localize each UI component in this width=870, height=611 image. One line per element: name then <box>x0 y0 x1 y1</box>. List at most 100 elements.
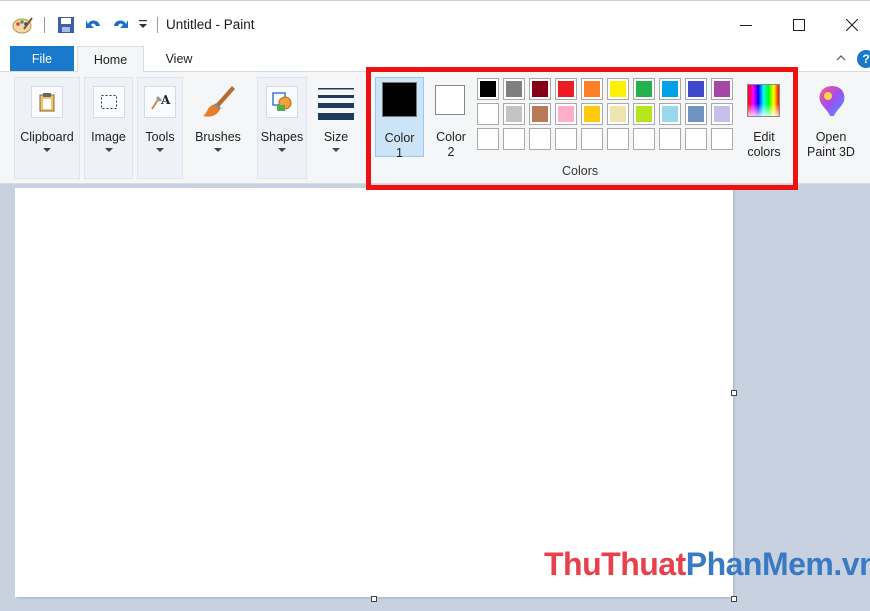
image-label: Image <box>91 130 126 144</box>
swatch-fill <box>688 106 704 122</box>
palette-empty-swatch[interactable] <box>633 128 655 150</box>
color-2-swatch <box>435 85 465 115</box>
palette-color-swatch[interactable] <box>607 103 629 125</box>
palette-color-swatch[interactable] <box>477 78 499 100</box>
edit-colors-button[interactable]: Edit colors <box>741 77 787 159</box>
chevron-down-icon <box>43 148 51 152</box>
palette-color-swatch[interactable] <box>633 103 655 125</box>
resize-handle-corner[interactable] <box>731 596 737 602</box>
clipboard-button[interactable]: Clipboard <box>14 77 80 179</box>
palette-empty-swatch[interactable] <box>711 128 733 150</box>
palette-color-swatch[interactable] <box>503 103 525 125</box>
shapes-label: Shapes <box>260 130 304 144</box>
swatch-fill <box>480 106 496 122</box>
customize-quick-access-icon[interactable] <box>138 18 148 30</box>
open-paint-3d-label: Open Paint 3D <box>807 130 855 159</box>
minimize-button[interactable] <box>726 11 766 39</box>
palette-empty-swatch[interactable] <box>685 128 707 150</box>
ribbon-tabs: File Home View ? <box>0 46 870 72</box>
chevron-down-icon <box>332 148 340 152</box>
swatch-fill <box>480 81 496 97</box>
swatch-fill <box>662 131 678 147</box>
swatch-fill <box>636 106 652 122</box>
swatch-fill <box>610 106 626 122</box>
palette-color-swatch[interactable] <box>477 103 499 125</box>
save-icon[interactable] <box>57 16 75 34</box>
swatch-fill <box>714 81 730 97</box>
palette-color-swatch[interactable] <box>685 78 707 100</box>
palette-color-swatch[interactable] <box>711 78 733 100</box>
help-icon[interactable]: ? <box>857 50 870 68</box>
palette-empty-swatch[interactable] <box>555 128 577 150</box>
palette-color-swatch[interactable] <box>529 103 551 125</box>
paint-3d-icon <box>816 84 848 118</box>
brushes-label: Brushes <box>195 130 241 144</box>
chevron-down-icon <box>278 148 286 152</box>
palette-empty-swatch[interactable] <box>581 128 603 150</box>
paint-app-icon[interactable] <box>12 16 34 34</box>
palette-color-swatch[interactable] <box>659 78 681 100</box>
minimize-icon <box>740 25 752 26</box>
swatch-fill <box>714 106 730 122</box>
close-button[interactable] <box>832 11 870 39</box>
title-bar: Untitled - Paint <box>0 0 870 46</box>
palette-color-swatch[interactable] <box>503 78 525 100</box>
collapse-ribbon-icon[interactable] <box>834 51 848 65</box>
close-icon <box>846 19 858 31</box>
swatch-fill <box>480 131 496 147</box>
palette-color-swatch[interactable] <box>581 78 603 100</box>
window-title: Untitled - Paint <box>166 17 255 32</box>
swatch-fill <box>610 81 626 97</box>
undo-icon[interactable] <box>84 16 104 34</box>
tab-view[interactable]: View <box>148 46 210 71</box>
resize-handle-bottom[interactable] <box>371 596 377 602</box>
palette-empty-swatch[interactable] <box>659 128 681 150</box>
swatch-fill <box>714 131 730 147</box>
resize-handle-right[interactable] <box>731 390 737 396</box>
color-2-label: Color 2 <box>436 130 466 159</box>
maximize-button[interactable] <box>779 11 819 39</box>
open-paint-3d-button[interactable]: Open Paint 3D <box>802 77 860 172</box>
palette-color-swatch[interactable] <box>607 78 629 100</box>
size-button[interactable]: Size <box>313 77 359 179</box>
redo-icon[interactable] <box>110 16 130 34</box>
palette-empty-swatch[interactable] <box>477 128 499 150</box>
chevron-down-icon <box>156 148 164 152</box>
palette-color-swatch[interactable] <box>659 103 681 125</box>
quick-access-separator <box>44 17 45 33</box>
swatch-fill <box>636 131 652 147</box>
palette-color-swatch[interactable] <box>581 103 603 125</box>
color-1-button[interactable]: Color 1 <box>375 77 424 160</box>
size-label: Size <box>323 130 349 144</box>
color-1-swatch <box>382 82 417 117</box>
title-separator <box>157 17 158 33</box>
swatch-fill <box>532 81 548 97</box>
palette-color-swatch[interactable] <box>633 78 655 100</box>
watermark-part-1: ThuThuat <box>544 546 686 582</box>
color-2-button[interactable]: Color 2 <box>428 77 474 159</box>
palette-empty-swatch[interactable] <box>503 128 525 150</box>
palette-empty-swatch[interactable] <box>607 128 629 150</box>
palette-color-swatch[interactable] <box>529 78 551 100</box>
tools-button[interactable]: A Tools <box>137 77 183 179</box>
swatch-fill <box>506 131 522 147</box>
svg-text:A: A <box>160 93 171 107</box>
palette-empty-swatch[interactable] <box>529 128 551 150</box>
palette-color-swatch[interactable] <box>555 78 577 100</box>
shapes-button[interactable]: Shapes <box>257 77 307 179</box>
color-palette <box>477 78 733 150</box>
drawing-canvas[interactable] <box>15 188 733 597</box>
tab-home[interactable]: Home <box>77 46 144 72</box>
palette-color-swatch[interactable] <box>555 103 577 125</box>
brushes-button[interactable]: Brushes <box>188 77 248 179</box>
clipboard-icon <box>31 86 63 118</box>
swatch-fill <box>584 131 600 147</box>
tools-label: Tools <box>145 130 175 144</box>
watermark-part-2: PhanMem.vn <box>685 546 870 582</box>
palette-color-swatch[interactable] <box>711 103 733 125</box>
image-button[interactable]: Image <box>84 77 133 179</box>
swatch-fill <box>532 106 548 122</box>
select-icon <box>92 86 125 118</box>
palette-color-swatch[interactable] <box>685 103 707 125</box>
tab-file[interactable]: File <box>10 46 74 71</box>
